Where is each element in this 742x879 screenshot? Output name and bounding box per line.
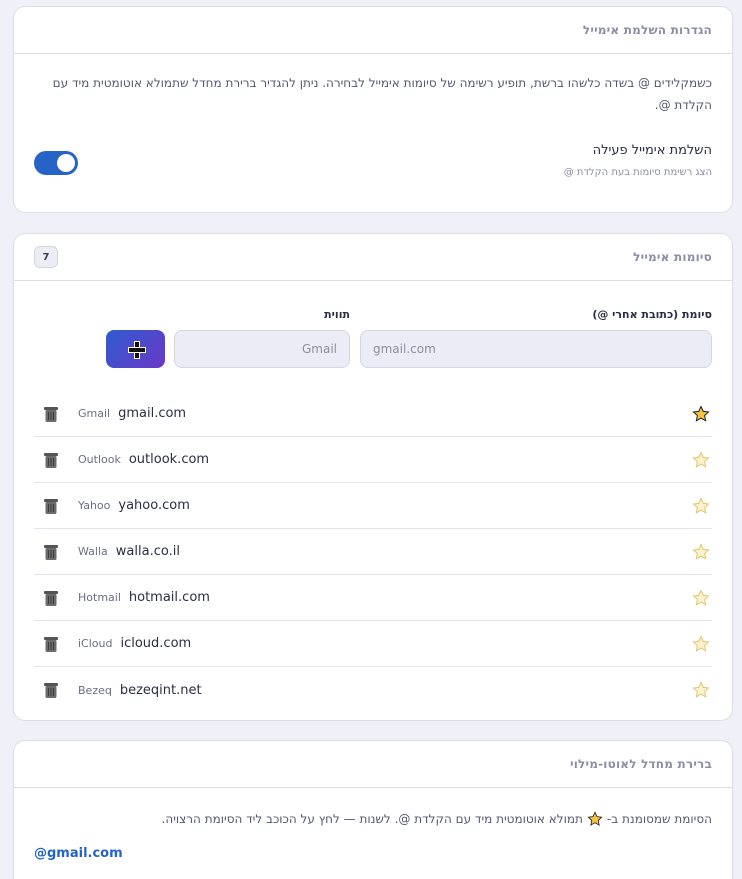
suffix-input[interactable]: gmail.com <box>360 330 712 368</box>
star-icon <box>587 811 603 826</box>
trash-icon[interactable] <box>44 682 58 698</box>
card-title: סיומות אימייל <box>633 250 712 264</box>
default-autofill-card: ברירת מחדל לאוטו-מילוי הסיומת שמסומנת ב-… <box>13 740 733 879</box>
star-outline-icon[interactable] <box>692 496 710 515</box>
trash-icon[interactable] <box>44 406 58 422</box>
suffix-row: Hotmail hotmail.com <box>34 575 712 621</box>
trash-icon[interactable] <box>44 452 58 468</box>
card-title: הגדרות השלמת אימייל <box>582 23 712 37</box>
email-completion-toggle[interactable] <box>34 151 78 175</box>
suffix-label: Bezeq <box>78 683 112 697</box>
suffix-row: Bezeq bezeqint.net <box>34 667 712 713</box>
suffix-row-left: Walla walla.co.il <box>34 544 180 560</box>
label-input-placeholder: Gmail <box>301 342 337 356</box>
default-desc-before: הסיומת שמסומנת ב- <box>606 812 712 826</box>
star-outline-icon[interactable] <box>692 542 710 561</box>
toggle-row: השלמת אימייל פעילה הצג רשימת סיומות בעת … <box>34 143 712 187</box>
label-input[interactable]: Gmail <box>174 330 350 368</box>
suffix-label: Outlook <box>78 453 121 466</box>
default-description: הסיומת שמסומנת ב- תמולא אוטומטית מיד עם … <box>34 808 712 830</box>
card-header: סיומות אימייל 7 <box>14 234 732 281</box>
suffix-domain: bezeqint.net <box>119 682 202 698</box>
suffix-row: Gmail gmail.com <box>34 391 712 437</box>
suffix-field-label: סיומת (כתובת אחרי @) <box>592 308 712 321</box>
suffix-row-left: Gmail gmail.com <box>34 406 186 422</box>
suffix-list: Gmail gmail.com Outlook outlook.com Yaho… <box>34 391 712 713</box>
trash-icon[interactable] <box>44 590 58 606</box>
suffix-row-left: Yahoo yahoo.com <box>34 498 190 514</box>
name-field-label: תווית <box>324 308 350 321</box>
suffix-row: Walla walla.co.il <box>34 529 712 575</box>
count-badge: 7 <box>34 246 58 268</box>
suffix-label: Walla <box>78 545 108 558</box>
suffix-label: Yahoo <box>78 499 111 512</box>
card-header: הגדרות השלמת אימייל <box>14 7 732 54</box>
default-suffix-value: @gmail.com <box>34 846 123 861</box>
suffix-domain: gmail.com <box>118 406 187 421</box>
suffix-input-placeholder: gmail.com <box>373 342 436 356</box>
star-filled-icon[interactable] <box>692 404 710 423</box>
card-header: ברירת מחדל לאוטו-מילוי <box>14 741 732 788</box>
suffix-domain: walla.co.il <box>115 544 180 559</box>
star-outline-icon[interactable] <box>692 681 710 699</box>
suffix-row-left: iCloud icloud.com <box>34 636 191 652</box>
suffix-domain: yahoo.com <box>118 498 190 513</box>
suffix-domain: outlook.com <box>128 452 210 467</box>
add-suffix-button[interactable] <box>106 330 165 368</box>
suffix-row: Yahoo yahoo.com <box>34 483 712 529</box>
email-settings-card: הגדרות השלמת אימייל כשמקלידים @ בשדה כלש… <box>13 6 733 213</box>
default-desc-after: תמולא אוטומטית מיד עם הקלדת @. לשנות — ל… <box>161 812 583 826</box>
suffix-domain: icloud.com <box>120 636 192 651</box>
suffix-domain: hotmail.com <box>128 590 210 605</box>
suffix-label: Hotmail <box>78 591 121 604</box>
trash-icon[interactable] <box>44 544 58 560</box>
card-title: ברירת מחדל לאוטו-מילוי <box>570 757 712 771</box>
suffix-label: iCloud <box>78 637 113 650</box>
suffix-row-left: Hotmail hotmail.com <box>34 590 210 606</box>
toggle-label: השלמת אימייל פעילה <box>592 143 712 158</box>
star-outline-icon[interactable] <box>692 634 710 653</box>
trash-icon[interactable] <box>44 636 58 652</box>
star-outline-icon[interactable] <box>692 450 710 469</box>
plus-icon <box>127 341 146 359</box>
trash-icon[interactable] <box>44 498 58 514</box>
suffix-row: iCloud icloud.com <box>34 621 712 667</box>
suffix-row-left: Bezeq bezeqint.net <box>34 682 202 698</box>
email-suffixes-card: סיומות אימייל 7 סיומת (כתובת אחרי @) תוו… <box>13 233 733 721</box>
settings-description: כשמקלידים @ בשדה כלשהו ברשת, תופיע רשימה… <box>52 76 712 112</box>
toggle-knob <box>57 154 75 172</box>
suffix-row-left: Outlook outlook.com <box>34 452 209 468</box>
suffix-label: Gmail <box>78 407 111 420</box>
toggle-sublabel: הצג רשימת סיומות בעת הקלדת @ <box>563 167 712 178</box>
star-outline-icon[interactable] <box>692 588 710 607</box>
suffix-row: Outlook outlook.com <box>34 437 712 483</box>
